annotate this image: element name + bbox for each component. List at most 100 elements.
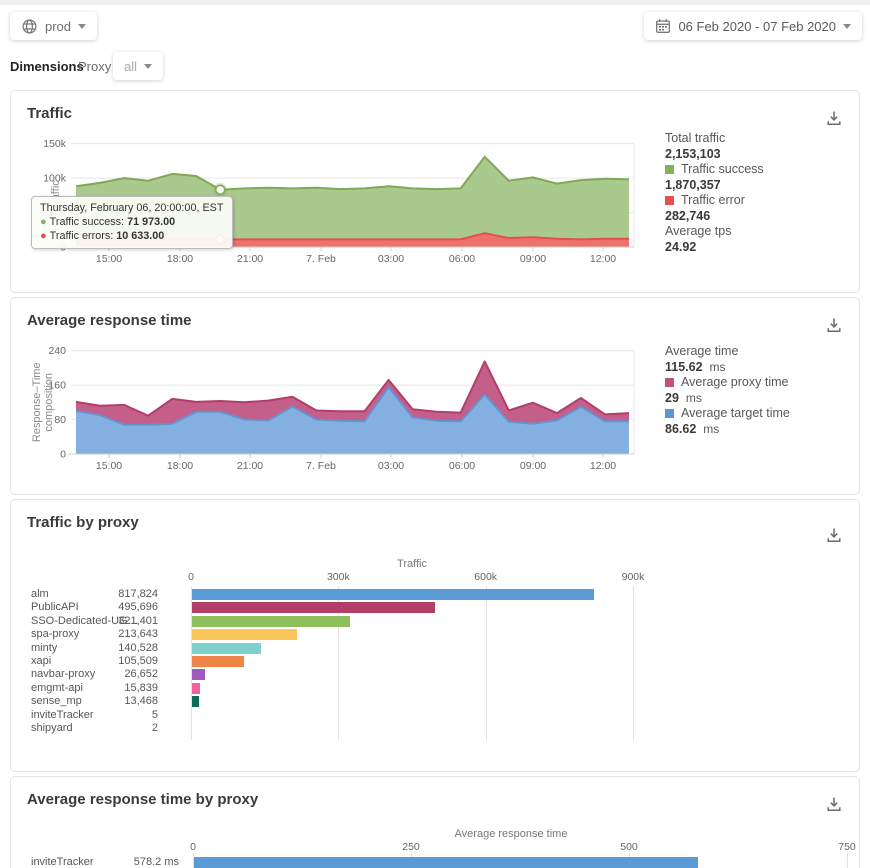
bar-axis-tick-label: 600k: [474, 571, 497, 583]
svg-text:12:00: 12:00: [590, 460, 616, 472]
bar-emgmt-api[interactable]: [192, 683, 200, 694]
bar-sense-mp[interactable]: [192, 696, 199, 707]
bar-row-label: inviteTracker: [31, 709, 94, 721]
dimensions-bar: Dimensions Proxy: [10, 59, 84, 74]
bar-axis-tick-label: 0: [190, 841, 196, 853]
globe-icon: [21, 18, 38, 35]
svg-text:21:00: 21:00: [237, 253, 263, 265]
environment-label: prod: [45, 19, 71, 34]
traffic-card: Traffic Thursday, February 06, 20:00:00,…: [10, 90, 860, 293]
svg-text:0: 0: [60, 449, 66, 461]
bar-row-value: 13,468: [96, 695, 158, 707]
bar-alm[interactable]: [192, 589, 594, 600]
bar-row-label: inviteTracker: [31, 856, 94, 868]
environment-selector[interactable]: prod: [10, 12, 97, 40]
bar-row-label: spa-proxy: [31, 628, 79, 640]
area-chart-canvas[interactable]: 15:00 18:00 21:00 7. Feb 03:00 06:00 09:00 12:0…: [11, 298, 859, 478]
bar-publicapi[interactable]: [192, 602, 435, 613]
bar-row-value: 2: [96, 722, 158, 734]
bar-row-label: xapi: [31, 655, 51, 667]
series-area-average-proxy-time[interactable]: [76, 361, 629, 424]
download-button[interactable]: [825, 526, 843, 549]
svg-text:composition: composition: [43, 373, 55, 432]
series-dot-icon: ●: [40, 230, 47, 242]
bar-invitetracker[interactable]: [194, 857, 698, 868]
bar-row-value: 26,652: [96, 668, 158, 680]
svg-text:18:00: 18:00: [167, 253, 193, 265]
svg-text:06:00: 06:00: [449, 460, 475, 472]
bar-axis-tick-label: 250: [402, 841, 420, 853]
bar-row-value: 578.2 ms: [101, 856, 179, 868]
svg-text:18:00: 18:00: [167, 460, 193, 472]
svg-text:03:00: 03:00: [378, 460, 404, 472]
tooltip-row: ●Traffic success: 71 973.00: [40, 216, 223, 228]
download-icon: [825, 795, 843, 813]
bar-axis-tick-label: 300k: [327, 571, 350, 583]
bar-navbar-proxy[interactable]: [192, 669, 205, 680]
gridline: [486, 586, 487, 740]
svg-text:240: 240: [48, 345, 66, 357]
svg-text:80: 80: [54, 414, 66, 426]
bar-row-value: 15,839: [96, 682, 158, 694]
bar-row-value: 105,509: [96, 655, 158, 667]
series-dot-icon: ●: [40, 216, 47, 228]
bar-row-value: 213,643: [96, 628, 158, 640]
bar-row-label: navbar-proxy: [31, 668, 95, 680]
tooltip-value: 10 633.00: [116, 230, 164, 242]
chevron-down-icon: [78, 24, 86, 29]
tooltip-row: ●Traffic errors: 10 633.00: [40, 230, 223, 242]
dimension-value-select[interactable]: all: [113, 52, 163, 80]
svg-text:21:00: 21:00: [237, 460, 263, 472]
date-range-picker[interactable]: 06 Feb 2020 - 07 Feb 2020: [644, 12, 862, 40]
bar-axis-tick-label: 750: [838, 841, 856, 853]
svg-text:7. Feb: 7. Feb: [306, 253, 336, 265]
bar-row-value: 321,401: [96, 615, 158, 627]
date-range-label: 06 Feb 2020 - 07 Feb 2020: [678, 19, 836, 34]
download-button[interactable]: [825, 795, 843, 818]
bar-axis-tick-label: 0: [188, 571, 194, 583]
gridline: [633, 586, 634, 740]
bar-axis-tick-label: 500: [620, 841, 638, 853]
bar-row-label: shipyard: [31, 722, 73, 734]
bar-row-label: sense_mp: [31, 695, 82, 707]
tooltip-label: Traffic errors:: [50, 230, 114, 242]
svg-text:03:00: 03:00: [378, 253, 404, 265]
svg-text:09:00: 09:00: [520, 253, 546, 265]
svg-text:15:00: 15:00: [96, 460, 122, 472]
svg-text:15:00: 15:00: [96, 253, 122, 265]
bar-sso-dedicated-ug-[interactable]: [192, 616, 350, 627]
bar-row-value: 140,528: [96, 642, 158, 654]
download-icon: [825, 526, 843, 544]
bar-row-label: minty: [31, 642, 57, 654]
tooltip-value: 71 973.00: [127, 216, 175, 228]
svg-text:12:00: 12:00: [590, 253, 616, 265]
bar-row-value: 817,824: [96, 588, 158, 600]
bar-row-value: 495,696: [96, 601, 158, 613]
dimension-name: Proxy: [78, 59, 111, 74]
dimensions-label: Dimensions: [10, 59, 84, 74]
bar-row-value: 5: [96, 709, 158, 721]
bar-axis-title: Traffic: [397, 558, 427, 570]
bar-spa-proxy[interactable]: [192, 629, 297, 640]
bar-minty[interactable]: [192, 643, 261, 654]
chart-tooltip: Thursday, February 06, 20:00:00, EST ●Tr…: [31, 196, 233, 249]
bar-axis-tick-label: 900k: [622, 571, 645, 583]
tooltip-label: Traffic success:: [50, 216, 124, 228]
gridline: [847, 853, 848, 868]
card-title: Traffic by proxy: [27, 514, 139, 531]
page-top-strip: [0, 0, 870, 5]
chevron-down-icon: [843, 24, 851, 29]
response-by-proxy-card: Average response time by proxy Average r…: [10, 776, 860, 868]
bar-row-label: PublicAPI: [31, 601, 79, 613]
bar-axis-title: Average response time: [455, 828, 568, 840]
svg-text:7. Feb: 7. Feb: [306, 460, 336, 472]
bar-xapi[interactable]: [192, 656, 244, 667]
chevron-down-icon: [144, 64, 152, 69]
svg-text:Response–Time: Response–Time: [31, 362, 43, 442]
svg-text:150k: 150k: [43, 138, 67, 150]
calendar-icon: [655, 18, 671, 34]
traffic-by-proxy-card: Traffic by proxy Traffic0300k600k900kalm…: [10, 499, 860, 772]
svg-text:09:00: 09:00: [520, 460, 546, 472]
dimension-value-label: all: [124, 59, 137, 74]
svg-text:06:00: 06:00: [449, 253, 475, 265]
